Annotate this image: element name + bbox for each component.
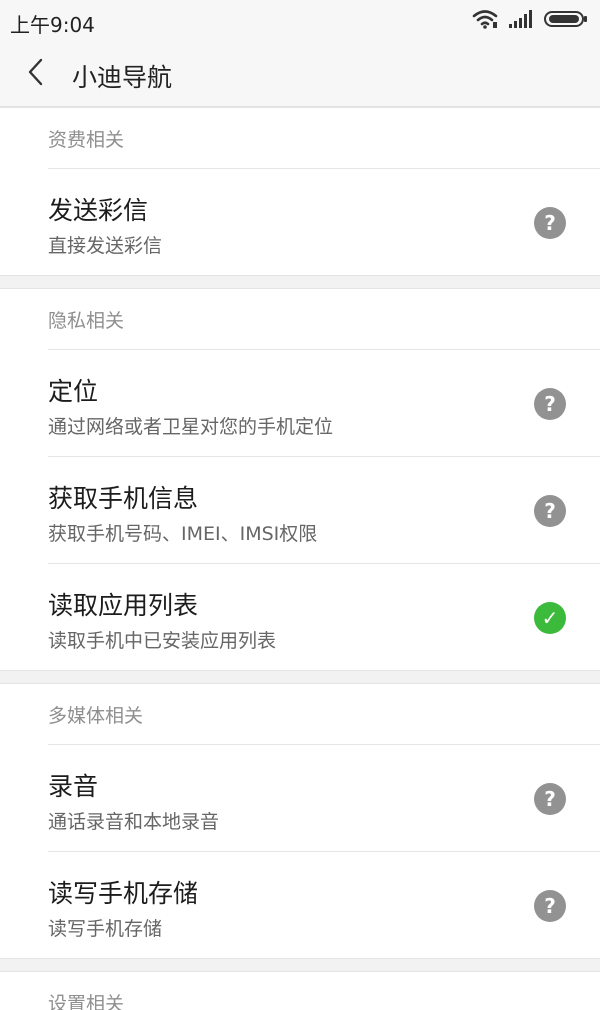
item-title: 读写手机存储 <box>48 879 199 908</box>
help-icon[interactable]: ? <box>534 890 566 922</box>
help-icon[interactable]: ? <box>534 207 566 239</box>
page-title: 小迪导航 <box>72 63 173 92</box>
chevron-left-icon <box>25 57 47 91</box>
item-subtitle: 读写手机存储 <box>48 918 163 940</box>
help-icon[interactable]: ? <box>534 783 566 815</box>
list-item[interactable]: 发送彩信 直接发送彩信 ? <box>48 169 600 275</box>
group-multimedia: 多媒体相关 录音 通话录音和本地录音 ? 读写手机存储 读写手机存储 ? <box>0 683 600 959</box>
item-subtitle: 通话录音和本地录音 <box>48 811 220 833</box>
group-fees: 资费相关 发送彩信 直接发送彩信 ? <box>0 107 600 276</box>
item-subtitle: 读取手机中已安装应用列表 <box>48 630 277 652</box>
item-title: 发送彩信 <box>48 196 149 225</box>
list-item[interactable]: 定位 通过网络或者卫星对您的手机定位 ? <box>48 350 600 457</box>
section-header: 多媒体相关 <box>48 684 600 745</box>
item-subtitle: 直接发送彩信 <box>48 235 163 257</box>
item-subtitle: 获取手机号码、IMEI、IMSI权限 <box>48 523 318 545</box>
list-item[interactable]: 获取手机信息 获取手机号码、IMEI、IMSI权限 ? <box>48 457 600 564</box>
signal-icon <box>508 9 534 33</box>
wifi-icon <box>472 9 498 33</box>
status-icons <box>472 9 588 33</box>
group-settings: 设置相关 <box>0 971 600 1010</box>
section-header: 资费相关 <box>48 108 600 169</box>
group-privacy: 隐私相关 定位 通过网络或者卫星对您的手机定位 ? 获取手机信息 获取手机号码、… <box>0 288 600 671</box>
list-item[interactable]: 读取应用列表 读取手机中已安装应用列表 ✓ <box>48 564 600 670</box>
battery-icon <box>544 9 588 33</box>
item-title: 定位 <box>48 377 99 406</box>
section-header: 设置相关 <box>48 972 600 1010</box>
item-title: 读取应用列表 <box>48 591 199 620</box>
list-item[interactable]: 录音 通话录音和本地录音 ? <box>48 745 600 852</box>
section-header: 隐私相关 <box>48 289 600 350</box>
help-icon[interactable]: ? <box>534 495 566 527</box>
back-button[interactable] <box>14 52 58 96</box>
check-icon[interactable]: ✓ <box>534 602 566 634</box>
help-icon[interactable]: ? <box>534 388 566 420</box>
list-item[interactable]: 读写手机存储 读写手机存储 ? <box>48 852 600 958</box>
app-bar: 小迪导航 <box>0 42 600 107</box>
item-subtitle: 通过网络或者卫星对您的手机定位 <box>48 416 334 438</box>
item-title: 获取手机信息 <box>48 484 199 513</box>
item-title: 录音 <box>48 772 99 801</box>
permissions-list[interactable]: 资费相关 发送彩信 直接发送彩信 ? 隐私相关 定位 通过网络或者卫星对您的手机… <box>0 107 600 1010</box>
status-bar: 上午9:04 <box>0 0 600 42</box>
status-time: 上午9:04 <box>10 13 95 37</box>
